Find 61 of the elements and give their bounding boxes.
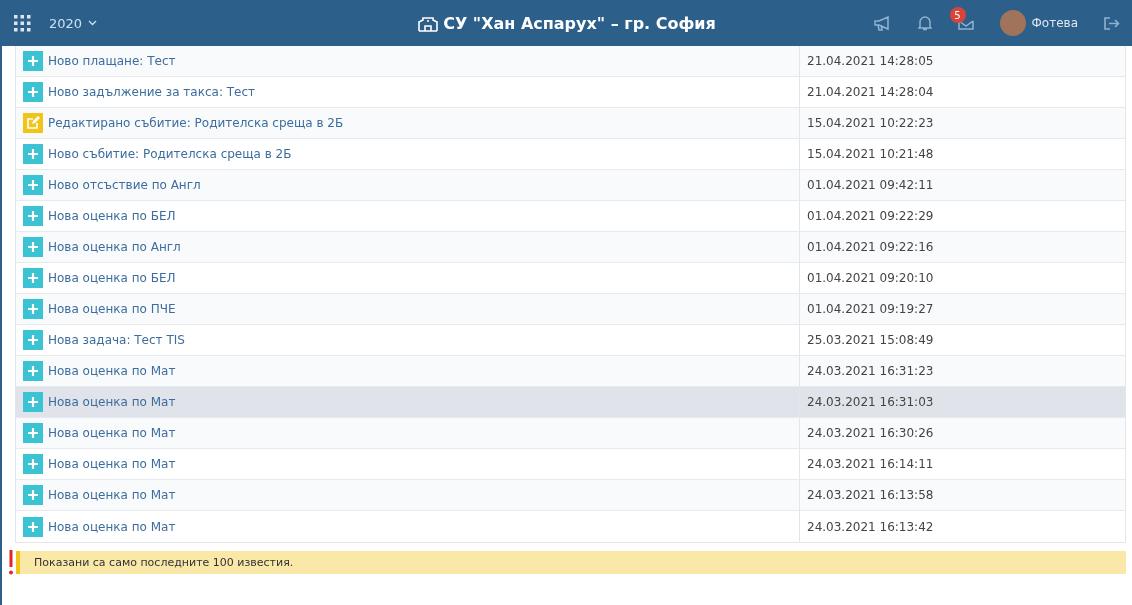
plus-icon: [23, 330, 43, 350]
plus-icon: [23, 361, 43, 381]
notification-link[interactable]: Нова оценка по БЕЛ: [48, 209, 176, 223]
notification-link[interactable]: Нова оценка по Мат: [48, 395, 176, 409]
plus-icon: [23, 51, 43, 71]
notification-time: 21.04.2021 14:28:05: [807, 54, 934, 68]
notification-link[interactable]: Нова оценка по БЕЛ: [48, 271, 176, 285]
notification-link[interactable]: Редактирано събитие: Родителска среща в 2Б: [48, 116, 344, 130]
school-building-icon: [418, 14, 439, 32]
edit-icon: [23, 113, 43, 133]
plus-icon: [23, 299, 43, 319]
notification-time: 24.03.2021 16:13:58: [807, 488, 934, 502]
notification-time: 15.04.2021 10:22:23: [807, 116, 934, 130]
year-dropdown[interactable]: 2020: [49, 15, 98, 31]
notification-time: 01.04.2021 09:22:16: [807, 240, 934, 254]
apps-grid-icon[interactable]: [14, 14, 31, 32]
avatar-placeholder: [999, 10, 1026, 36]
notification-time: 24.03.2021 16:31:03: [807, 395, 934, 409]
notification-link[interactable]: Нова задача: Тест TIS: [48, 333, 185, 347]
notification-link[interactable]: Ново събитие: Родителска среща в 2Б: [48, 147, 292, 161]
notification-time: 01.04.2021 09:19:27: [807, 302, 934, 316]
plus-icon: [23, 175, 43, 195]
notification-time: 01.04.2021 09:22:29: [807, 209, 934, 223]
message-count-badge: 5: [949, 7, 966, 23]
notification-link[interactable]: Нова оценка по Мат: [48, 519, 176, 534]
notification-link[interactable]: Нова оценка по Мат: [48, 457, 176, 471]
notification-time: 01.04.2021 09:42:11: [807, 178, 934, 192]
plus-icon: [23, 423, 43, 443]
plus-icon: [23, 516, 43, 537]
notification-link[interactable]: Ново плащане: Тест: [48, 54, 176, 68]
exclamation-icon: [9, 550, 13, 575]
notification-link[interactable]: Нова оценка по Мат: [48, 426, 176, 440]
notification-time: 01.04.2021 09:20:10: [807, 271, 934, 285]
notification-link[interactable]: Нова оценка по Англ: [48, 240, 181, 254]
plus-icon: [23, 82, 43, 102]
notification-link[interactable]: Нова оценка по ПЧЕ: [48, 302, 176, 316]
notification-link[interactable]: Ново задължение за такса: Тест: [48, 85, 256, 99]
notification-time: 24.03.2021 16:13:42: [807, 519, 934, 534]
notification-time: 24.03.2021 16:14:11: [807, 457, 934, 471]
notification-time: 24.03.2021 16:31:23: [807, 364, 934, 378]
plus-icon: [23, 454, 43, 474]
notification-link[interactable]: Ново отсъствие по Англ: [48, 178, 201, 192]
notification-link[interactable]: Нова оценка по Мат: [48, 488, 176, 502]
plus-icon: [23, 206, 43, 226]
user-menu[interactable]: Фотева: [999, 10, 1078, 36]
megaphone-icon[interactable]: [873, 15, 892, 31]
bell-icon[interactable]: [917, 15, 932, 31]
plus-icon: [23, 237, 43, 257]
notification-time: 24.03.2021 16:30:26: [807, 426, 934, 440]
notice-banner: Показани са само последните 100 известия.: [16, 551, 1126, 574]
plus-icon: [23, 485, 43, 505]
logout-icon[interactable]: [1104, 16, 1120, 30]
notification-time: 15.04.2021 10:21:48: [807, 147, 934, 161]
plus-icon: [23, 268, 43, 288]
notification-link[interactable]: Нова оценка по Мат: [48, 364, 176, 378]
school-title: СУ "Хан Аспарух" – гр. София: [443, 13, 716, 33]
plus-icon: [23, 392, 43, 412]
notification-time: 21.04.2021 14:28:04: [807, 85, 934, 99]
plus-icon: [23, 144, 43, 164]
notification-time: 25.03.2021 15:08:49: [807, 333, 934, 347]
chevron-down-icon: [88, 20, 98, 26]
